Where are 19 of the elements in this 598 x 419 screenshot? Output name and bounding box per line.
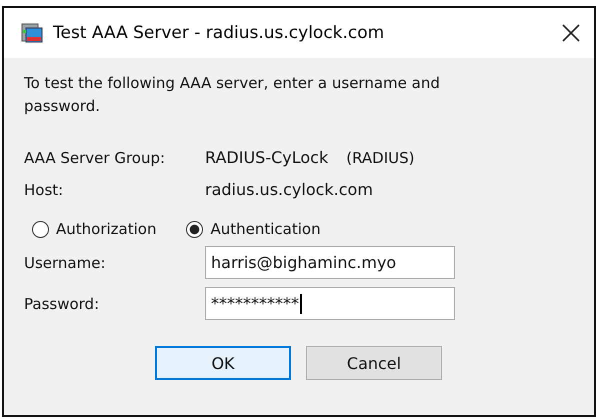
field-label: Username: [24,254,107,272]
field-label: AAA Server Group: [24,148,166,166]
input-field[interactable]: *********** [205,287,455,320]
field-label: Password: [24,294,100,312]
radio-button[interactable] [32,220,49,238]
field-label: Host: [24,180,64,198]
server-group-value: RADIUS-CyLock [205,148,328,167]
input-field[interactable]: harris@bighaminc.myo [205,246,455,279]
radio-option[interactable]: Authentication [186,220,321,238]
server-icon [21,22,43,44]
dialog-button[interactable]: OK [155,346,291,380]
radio-button[interactable] [186,220,204,238]
window-title: Test AAA Server - radius.us.cylock.com [53,23,386,43]
dialog-button[interactable]: Cancel [306,346,442,380]
radio-option[interactable]: Authorization [32,220,156,238]
host-value: radius.us.cylock.com [205,180,373,199]
close-icon[interactable] [562,24,580,42]
protocol-text: (RADIUS) [346,148,414,166]
instruction-text: To test the following AAA server, enter a username and password. [24,73,441,117]
